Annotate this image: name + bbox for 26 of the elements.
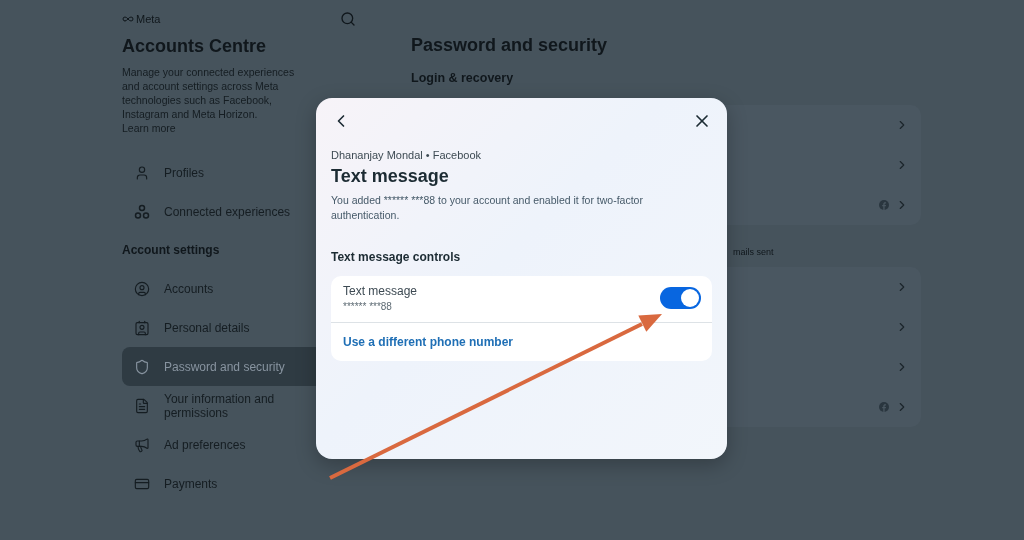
dialog-description: You added ****** ***88 to your account and enabled it for two-factor authentication. (331, 193, 644, 223)
sidebar-item[interactable]: Payments (122, 464, 362, 503)
phone-number: ****** ***88 (343, 301, 393, 312)
person-icon (134, 164, 150, 181)
megaphone-icon (134, 436, 150, 453)
toggle-switch[interactable] (660, 287, 701, 309)
document-icon (134, 397, 150, 414)
dialog-title: Text message (331, 166, 450, 187)
id-card-icon (134, 319, 150, 336)
meta-logo[interactable]: Meta (122, 13, 161, 25)
control-label: Text message (343, 284, 418, 298)
nodes-icon (134, 203, 150, 220)
facebook-icon (879, 200, 889, 210)
section-heading: Account settings (122, 242, 220, 259)
account-label: Dhananjay Mondal • Facebook (331, 149, 482, 161)
facebook-icon (879, 402, 889, 412)
infinity-icon (122, 13, 134, 25)
section-title: Password and security (411, 35, 609, 56)
section-heading: Text message controls (331, 250, 462, 264)
search-icon[interactable] (340, 11, 356, 27)
sidebar-item[interactable]: Your information and permissions (122, 386, 362, 425)
shield-icon (134, 358, 150, 375)
user-circle-icon (134, 280, 150, 297)
subsection-title: Login & recovery (411, 71, 515, 85)
sidebar-item[interactable]: Ad preferences (122, 425, 362, 464)
page-title: Accounts Centre (122, 36, 268, 57)
